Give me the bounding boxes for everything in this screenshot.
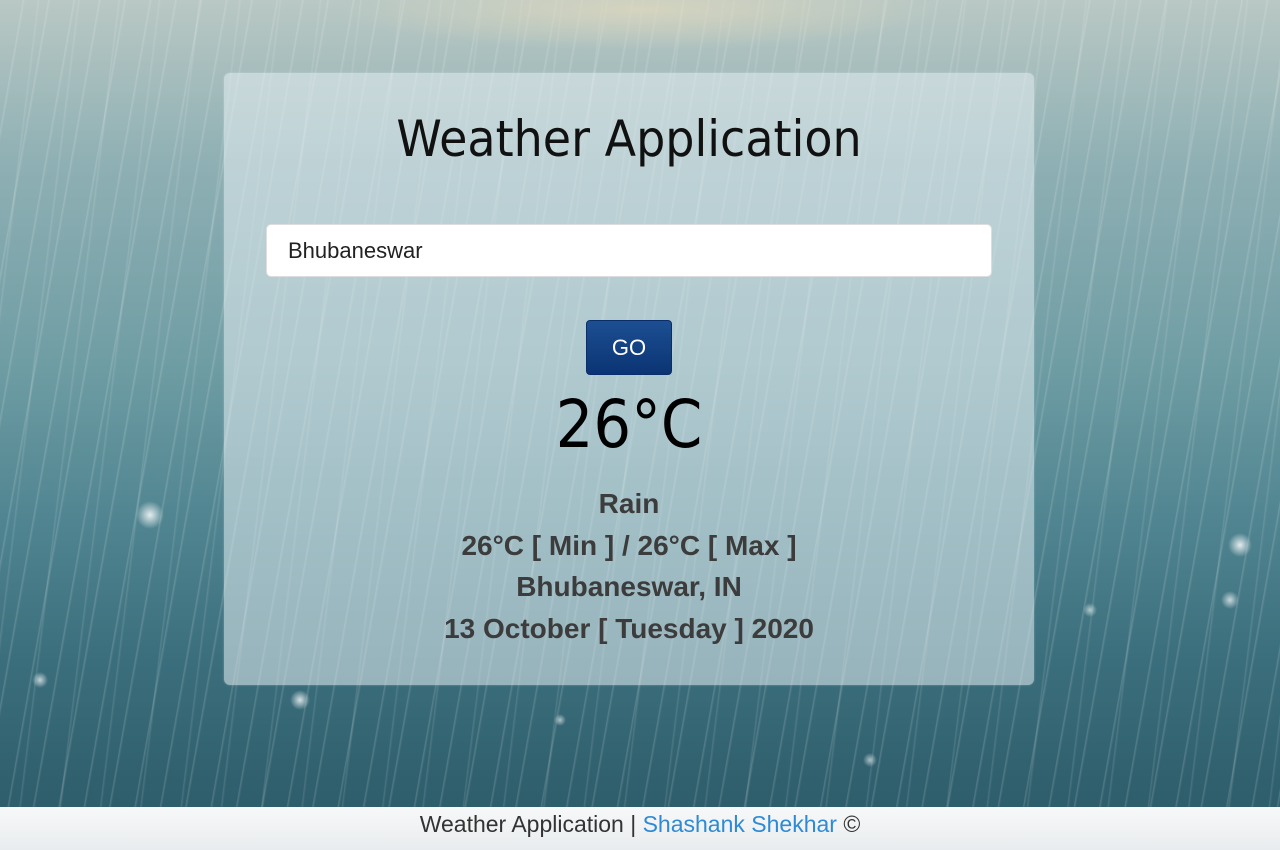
app-title: Weather Application [396, 110, 862, 168]
author-link[interactable]: Shashank Shekhar [643, 811, 837, 837]
footer: Weather Application | Shashank Shekhar © [0, 807, 1280, 850]
weather-condition: Rain [598, 488, 660, 519]
temperature-display: 26°C [555, 386, 703, 463]
copyright-symbol: © [843, 811, 861, 837]
footer-text: Weather Application | [419, 811, 637, 837]
location-label: Bhubaneswar, IN [516, 571, 742, 602]
go-button[interactable]: GO [586, 320, 672, 375]
date-label: 13 October [ Tuesday ] 2020 [444, 613, 814, 644]
min-max-temperature: 26°C [ Min ] / 26°C [ Max ] [461, 530, 797, 561]
city-search-input[interactable] [266, 224, 992, 277]
